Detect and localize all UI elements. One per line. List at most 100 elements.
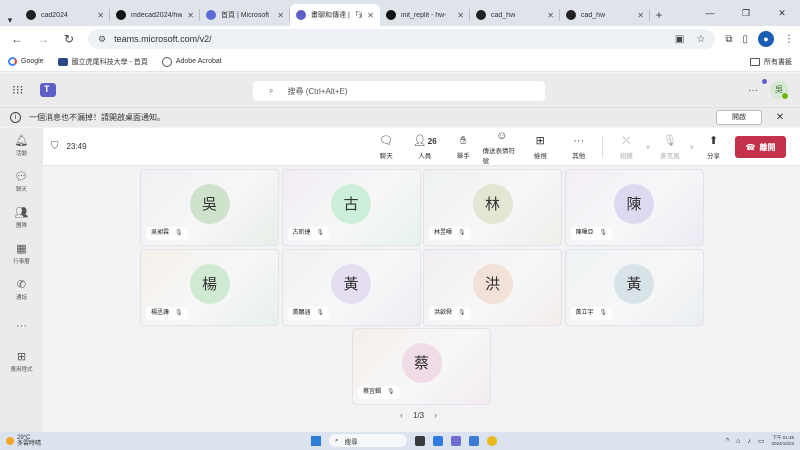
close-icon[interactable]: ✕ bbox=[770, 112, 790, 123]
more-button[interactable]: ··· 其他 bbox=[560, 128, 599, 166]
back-icon[interactable]: ← bbox=[6, 32, 28, 46]
close-window-icon[interactable]: ✕ bbox=[764, 8, 800, 19]
clock[interactable]: 下午 01:46 2024/10/23 bbox=[771, 435, 794, 447]
close-tab-icon[interactable]: ✕ bbox=[457, 11, 464, 20]
close-tab-icon[interactable]: ✕ bbox=[97, 11, 104, 20]
participant-tile[interactable]: 林林昱暉 🎙︎ bbox=[423, 169, 562, 246]
camera-label: 相機 bbox=[619, 152, 633, 160]
notion-icon bbox=[476, 10, 486, 20]
reload-icon[interactable]: ↻ bbox=[58, 32, 80, 46]
camera-button[interactable]: ⛌ 相機 bbox=[607, 128, 646, 166]
participant-avatar: 黃 bbox=[614, 263, 654, 304]
forward-icon[interactable]: → bbox=[32, 32, 54, 46]
minimize-icon[interactable]: — bbox=[692, 8, 728, 18]
new-tab-button[interactable]: + bbox=[650, 4, 668, 26]
rail-calls[interactable]: ✆ 通話 bbox=[0, 272, 43, 308]
chrome-icon[interactable] bbox=[487, 435, 497, 446]
participant-tile[interactable]: 吳吳昶霖 🎙︎ bbox=[140, 169, 279, 246]
react-button[interactable]: ☺ 傳送表情符號 bbox=[483, 128, 522, 166]
rail-apps[interactable]: ⊞ 應用程式 bbox=[0, 344, 43, 380]
task-view-icon[interactable] bbox=[415, 435, 425, 446]
start-icon[interactable] bbox=[311, 435, 321, 446]
raise-label: 舉手 bbox=[456, 152, 470, 160]
battery-icon[interactable]: ▭ bbox=[758, 437, 765, 445]
mic-muted-icon: 🎙︎ bbox=[175, 310, 183, 316]
more-icon: ··· bbox=[573, 134, 585, 147]
settings-more-icon[interactable]: ··· bbox=[748, 85, 758, 96]
app-launcher-icon[interactable]: ⁝⁝⁝ bbox=[12, 83, 28, 97]
network-icon[interactable]: ⌂ bbox=[736, 438, 740, 445]
leave-button[interactable]: ☎ 離開 bbox=[735, 136, 786, 158]
close-tab-icon[interactable]: ✕ bbox=[187, 11, 194, 20]
profile-avatar[interactable]: ● bbox=[758, 31, 774, 47]
tab-search-icon[interactable]: ▾ bbox=[0, 15, 20, 26]
side-panel-icon[interactable]: ▯ bbox=[742, 34, 748, 45]
browser-tab[interactable]: 首頁 | Microsoft ✕ bbox=[200, 4, 290, 26]
participant-tile[interactable]: 陳陳暉亞 🎙︎ bbox=[564, 169, 704, 246]
enable-notifications-button[interactable]: 開啟 bbox=[716, 110, 762, 125]
rail-label: 活動 bbox=[15, 151, 27, 157]
rail-activity[interactable]: 🔔︎ 活動 bbox=[0, 128, 43, 164]
bookmark-acrobat[interactable]: Adobe Acrobat bbox=[161, 56, 222, 67]
menu-kebab-icon[interactable]: ⋮ bbox=[784, 34, 794, 45]
user-avatar[interactable]: 吳 bbox=[770, 81, 789, 100]
explorer-icon[interactable] bbox=[433, 435, 443, 446]
browser-tab[interactable]: init_replit - hw- ✕ bbox=[380, 4, 470, 26]
previous-page-icon[interactable]: ‹ bbox=[400, 410, 403, 420]
close-tab-icon[interactable]: ✕ bbox=[277, 11, 284, 20]
participant-tile[interactable]: 楊楊丞濂 🎙︎ bbox=[140, 249, 279, 326]
weather-widget[interactable]: 29°C 多雲時晴 bbox=[6, 435, 41, 447]
calendar-icon: ▦ bbox=[16, 243, 27, 255]
bookmark-school[interactable]: 國立虎尾科技大學 - 首頁 bbox=[57, 57, 148, 67]
browser-tab[interactable]: cad_hw ✕ bbox=[560, 4, 650, 26]
all-bookmarks[interactable]: 所有書籤 bbox=[750, 57, 792, 67]
rail-more[interactable]: ··· bbox=[0, 308, 43, 344]
bookmark-star-icon[interactable]: ☆ bbox=[696, 34, 705, 45]
rail-teams[interactable]: 👥︎ 團隊 bbox=[0, 200, 43, 236]
chat-button[interactable]: 🗨︎ 聊天 bbox=[367, 128, 406, 166]
mail-icon[interactable] bbox=[469, 435, 479, 446]
participant-name-badge: 黃鵬涵 🎙︎ bbox=[287, 307, 330, 320]
react-label: 傳送表情符號 bbox=[482, 147, 516, 165]
mic-button[interactable]: 🎙︎ 麥克風 bbox=[651, 128, 690, 166]
bookmark-google[interactable]: Google bbox=[8, 57, 44, 66]
share-button[interactable]: ⬆ 分享 bbox=[694, 128, 733, 166]
participant-tile[interactable]: 蔡蔡宜輯 🎙︎ bbox=[352, 328, 491, 405]
hangup-icon: ☎ bbox=[745, 142, 756, 152]
tab-title: cad_hw bbox=[491, 11, 516, 19]
browser-tab[interactable]: mdecad2024/hw ✕ bbox=[110, 4, 200, 26]
participant-tile[interactable]: 黃黃鵬涵 🎙︎ bbox=[281, 249, 421, 326]
browser-tab[interactable]: cad2024 ✕ bbox=[20, 4, 110, 26]
raise-hand-button[interactable]: ✋︎ 舉手 bbox=[444, 128, 483, 166]
participant-tile[interactable]: 黃黃立宇 🎙︎ bbox=[564, 249, 704, 326]
mic-muted-icon: 🎙︎ bbox=[599, 230, 608, 236]
close-tab-icon[interactable]: ✕ bbox=[367, 11, 374, 20]
weather-icon bbox=[6, 437, 14, 445]
store-icon[interactable] bbox=[451, 435, 461, 446]
url-input[interactable]: ⚙ teams.microsoft.com/v2/ ▣ ☆ bbox=[88, 29, 716, 49]
participant-tile[interactable]: 古古昕捷 🎙︎ bbox=[281, 169, 421, 246]
rail-label: 行事曆 bbox=[13, 259, 30, 265]
mic-muted-icon: 🎙︎ bbox=[458, 310, 466, 316]
extensions-icon[interactable]: ⧉ bbox=[725, 34, 732, 45]
view-button[interactable]: ⊞ 檢視 bbox=[521, 128, 560, 166]
teams-search-input[interactable]: ⌕ 搜尋 (Ctrl+Alt+E) bbox=[253, 81, 545, 101]
site-info-icon[interactable]: ⚙ bbox=[98, 34, 106, 45]
participant-tile[interactable]: 洪洪啟舜 🎙︎ bbox=[423, 249, 562, 326]
volume-icon[interactable]: ♪ bbox=[747, 438, 751, 445]
browser-tab[interactable]: 畫聊和傳達 | 「通 ✕ bbox=[290, 4, 380, 26]
people-count: 26 bbox=[427, 136, 437, 146]
mic-label: 麥克風 bbox=[660, 152, 680, 160]
cast-icon[interactable]: ▣ bbox=[675, 34, 684, 45]
close-tab-icon[interactable]: ✕ bbox=[547, 11, 554, 20]
maximize-icon[interactable]: ❐ bbox=[728, 8, 764, 19]
next-page-icon[interactable]: › bbox=[434, 410, 437, 420]
toolbar-divider bbox=[602, 136, 603, 158]
rail-chat[interactable]: 💬︎ 聊天 bbox=[0, 164, 43, 200]
browser-tab[interactable]: cad_hw ✕ bbox=[470, 4, 560, 26]
people-button[interactable]: 👤︎ 26 人員 bbox=[406, 128, 445, 166]
tray-chevron-icon[interactable]: ^ bbox=[726, 438, 729, 445]
close-tab-icon[interactable]: ✕ bbox=[637, 11, 644, 20]
taskbar-search[interactable]: ⌕ 搜尋 bbox=[329, 434, 407, 447]
rail-calendar[interactable]: ▦ 行事曆 bbox=[0, 236, 43, 272]
